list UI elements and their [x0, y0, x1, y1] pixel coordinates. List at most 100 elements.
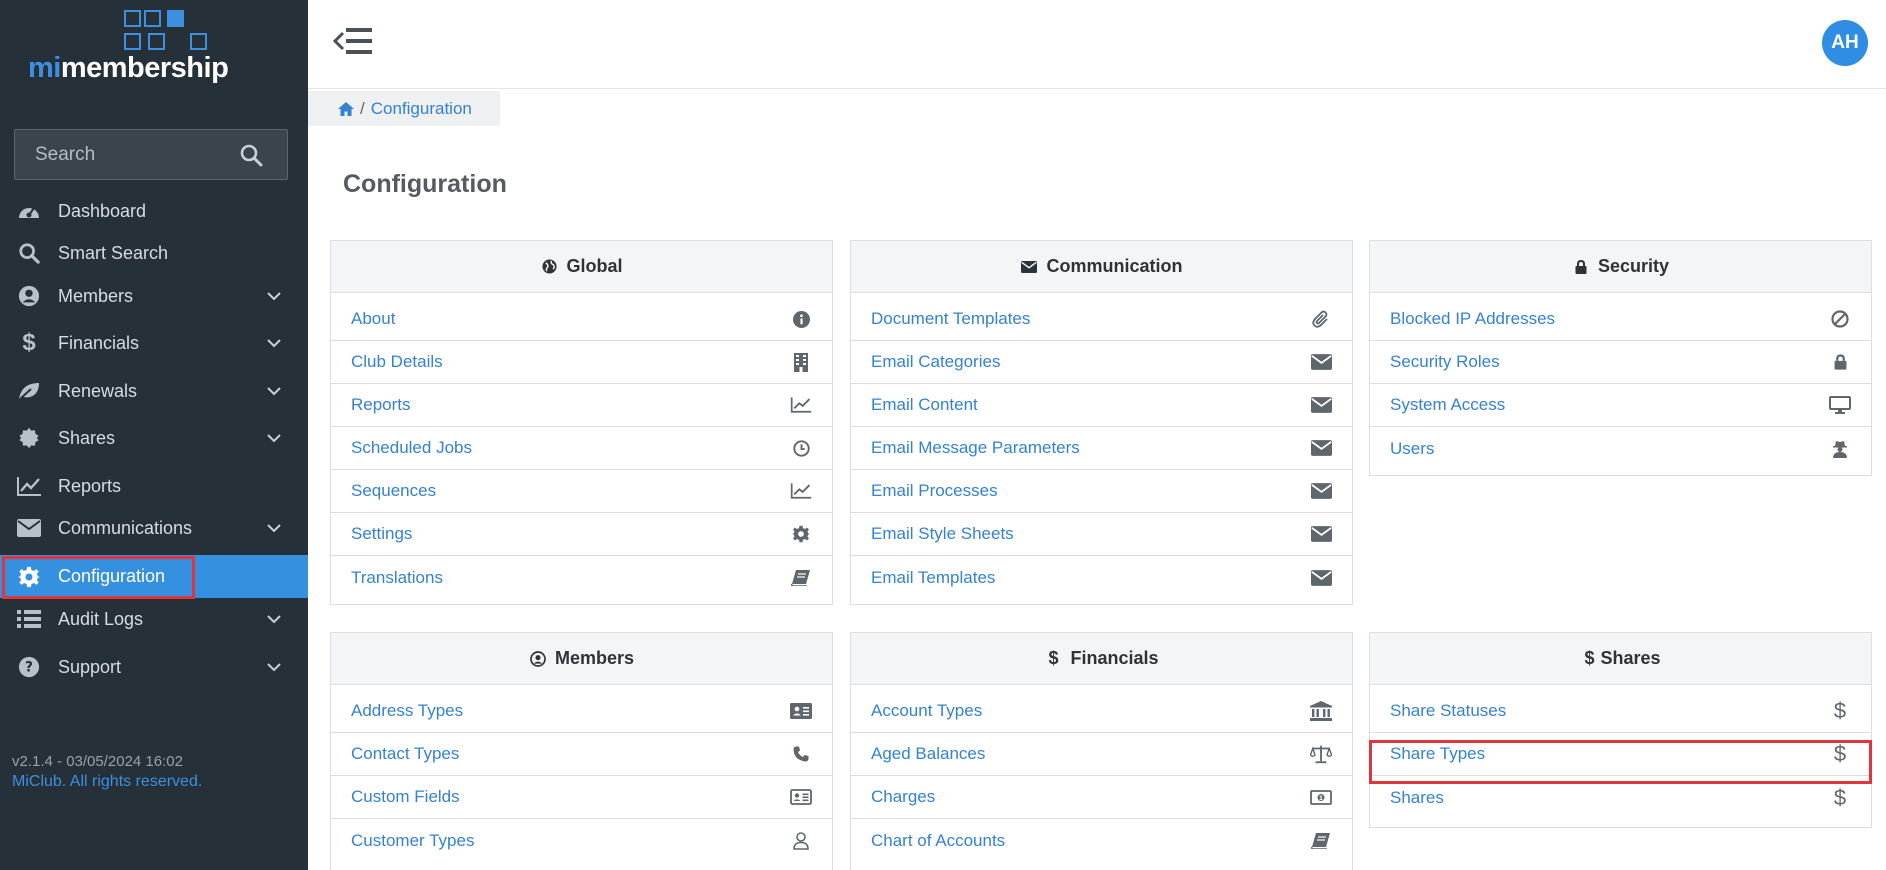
sidebar-item-shares[interactable]: Shares: [0, 417, 308, 459]
panel-members: Members Address Types Contact Types Cust…: [330, 632, 833, 870]
config-link-customer-types[interactable]: Customer Types: [331, 819, 832, 862]
envelope-icon: [1020, 258, 1038, 276]
svg-text:1: 1: [1319, 795, 1323, 802]
panel-header: Communication: [851, 241, 1352, 293]
sidebar-item-configuration[interactable]: Configuration: [0, 555, 308, 598]
config-link-shares[interactable]: Shares $: [1370, 776, 1871, 819]
chevron-down-icon: [266, 520, 282, 536]
envelope-icon: [1310, 523, 1332, 545]
link-label: Share Types: [1390, 744, 1486, 763]
config-link-charges[interactable]: Charges 1: [851, 776, 1352, 819]
link-label: Email Processes: [871, 481, 998, 500]
dollar-icon: $: [1833, 741, 1847, 766]
sidebar-item-label: Configuration: [58, 566, 166, 586]
config-link-email-templates[interactable]: Email Templates: [851, 556, 1352, 599]
paperclip-icon: [1310, 308, 1332, 330]
sidebar-item-renewals[interactable]: Renewals: [0, 370, 308, 412]
page-title: Configuration: [343, 170, 507, 198]
chevron-down-icon: [266, 430, 282, 446]
config-link-share-statuses[interactable]: Share Statuses $: [1370, 690, 1871, 733]
config-link-users[interactable]: Users: [1370, 427, 1871, 470]
link-label: Custom Fields: [351, 787, 460, 806]
config-link-email-content[interactable]: Email Content: [851, 384, 1352, 427]
sidebar-item-dashboard[interactable]: Dashboard: [0, 190, 308, 232]
bank-icon: [1310, 700, 1332, 722]
config-link-account-types[interactable]: Account Types: [851, 690, 1352, 733]
config-link-custom-fields[interactable]: Custom Fields: [331, 776, 832, 819]
config-link-email-processes[interactable]: Email Processes: [851, 470, 1352, 513]
user-avatar[interactable]: AH: [1822, 20, 1868, 66]
link-label: Email Message Parameters: [871, 438, 1080, 457]
config-link-blocked-ip-addresses[interactable]: Blocked IP Addresses: [1370, 298, 1871, 341]
search-icon[interactable]: [239, 143, 263, 167]
link-label: Security Roles: [1390, 352, 1500, 371]
question-icon: ?: [16, 654, 42, 680]
panel-title: Global: [566, 256, 623, 276]
config-link-aged-balances[interactable]: Aged Balances: [851, 733, 1352, 776]
panel-header: Members: [331, 633, 832, 685]
config-link-system-access[interactable]: System Access: [1370, 384, 1871, 427]
config-link-about[interactable]: About: [331, 298, 832, 341]
config-link-scheduled-jobs[interactable]: Scheduled Jobs: [331, 427, 832, 470]
config-link-reports[interactable]: Reports: [331, 384, 832, 427]
envelope-icon: [1310, 480, 1332, 502]
sidebar-item-smart-search[interactable]: Smart Search: [0, 232, 308, 274]
sidebar-item-communications[interactable]: Communications: [0, 507, 308, 549]
sidebar-item-label: Members: [58, 285, 134, 306]
config-link-translations[interactable]: Translations: [331, 556, 832, 599]
chevron-down-icon: [266, 383, 282, 399]
config-link-document-templates[interactable]: Document Templates: [851, 298, 1352, 341]
panel-title: Security: [1597, 256, 1670, 276]
app-logo[interactable]: mimembership: [28, 8, 288, 88]
config-link-settings[interactable]: Settings: [331, 513, 832, 556]
book-icon: [790, 567, 812, 589]
sidebar-item-audit-logs[interactable]: Audit Logs: [0, 598, 308, 640]
sidebar-toggle-icon[interactable]: [332, 24, 378, 58]
link-label: Share Statuses: [1390, 701, 1507, 720]
config-link-address-types[interactable]: Address Types: [331, 690, 832, 733]
link-label: Document Templates: [871, 309, 1031, 328]
sidebar-search: [14, 129, 288, 180]
link-label: Email Templates: [871, 567, 996, 587]
panel-title: Financials: [1070, 648, 1159, 668]
globe-icon: [540, 258, 558, 276]
config-link-club-details[interactable]: Club Details: [331, 341, 832, 384]
user-icon: [16, 283, 42, 309]
config-link-security-roles[interactable]: Security Roles: [1370, 341, 1871, 384]
config-link-share-types[interactable]: Share Types $: [1370, 733, 1871, 776]
config-link-chart-of-accounts[interactable]: Chart of Accounts: [851, 819, 1352, 862]
sidebar-item-support[interactable]: ? Support: [0, 646, 308, 688]
config-link-email-style-sheets[interactable]: Email Style Sheets: [851, 513, 1352, 556]
id-card-icon: [790, 786, 812, 808]
info-icon: [790, 308, 812, 330]
sidebar-item-members[interactable]: Members: [0, 275, 308, 317]
config-link-contact-types[interactable]: Contact Types: [331, 733, 832, 776]
sidebar-item-label: Audit Logs: [58, 608, 144, 629]
sidebar-item-label: Financials: [58, 332, 140, 353]
config-link-email-categories[interactable]: Email Categories: [851, 341, 1352, 384]
chevron-down-icon: [266, 335, 282, 351]
config-link-sequences[interactable]: Sequences: [331, 470, 832, 513]
sidebar-item-financials[interactable]: $ Financials: [0, 322, 308, 364]
link-label: Users: [1390, 438, 1435, 458]
envelope-icon: [16, 515, 42, 541]
breadcrumb-current[interactable]: Configuration: [371, 99, 472, 119]
sidebar-item-reports[interactable]: Reports: [0, 465, 308, 507]
sidebar: mimembership Dashboard Smart Search Memb…: [0, 0, 308, 870]
sidebar-item-label: Shares: [58, 427, 116, 448]
envelope-icon: [1310, 394, 1332, 416]
dollar-icon: $: [1048, 648, 1059, 668]
home-icon[interactable]: [338, 101, 354, 116]
envelope-icon: [1310, 567, 1332, 589]
search-input[interactable]: [15, 130, 235, 179]
sidebar-item-label: Renewals: [58, 380, 138, 401]
config-link-email-message-parameters[interactable]: Email Message Parameters: [851, 427, 1352, 470]
ban-icon: [1829, 308, 1851, 330]
svg-text:?: ?: [25, 660, 33, 676]
link-label: Sequences: [351, 481, 437, 500]
gear-icon: [790, 523, 812, 545]
logo-wordmark: mimembership: [28, 52, 229, 84]
book-icon: [1310, 830, 1332, 852]
copyright-link[interactable]: MiClub. All rights reserved.: [12, 773, 202, 791]
user-circle-icon: [529, 650, 547, 668]
